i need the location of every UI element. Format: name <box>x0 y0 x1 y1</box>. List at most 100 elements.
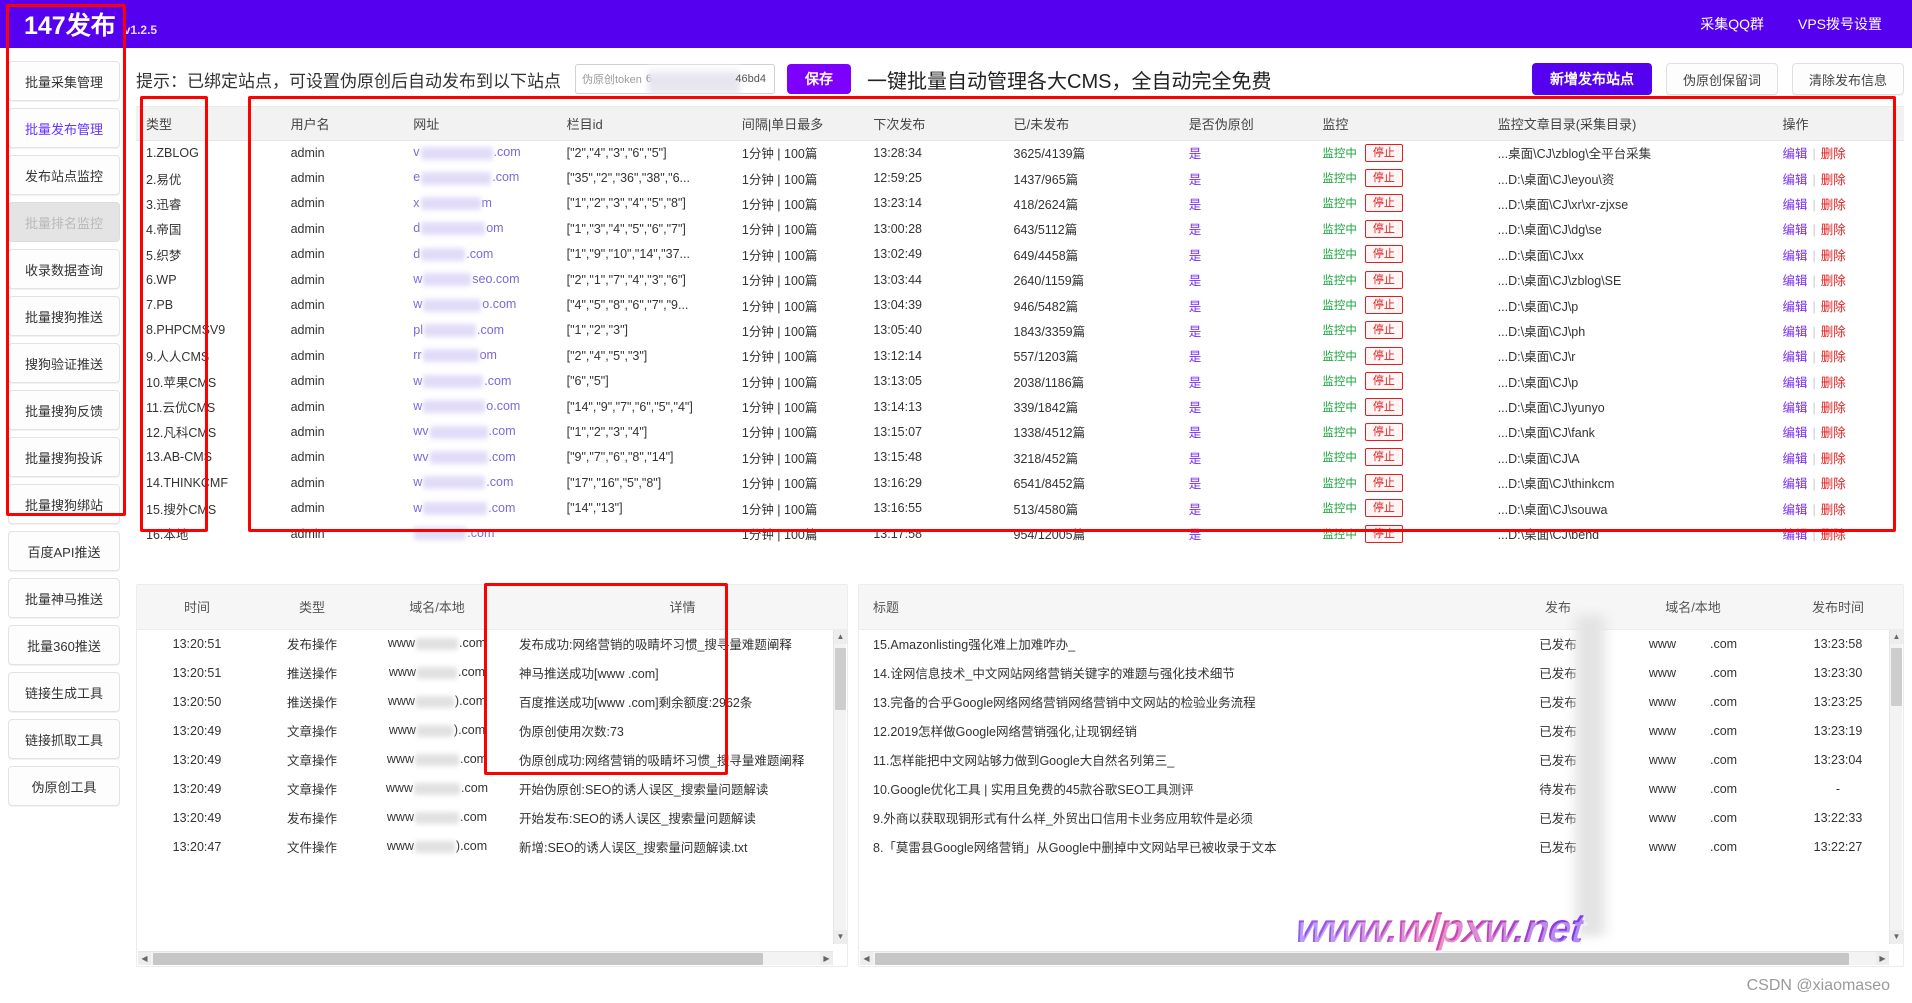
url-suffix: .com <box>489 450 516 464</box>
edit-link[interactable]: 编辑 <box>1782 300 1807 314</box>
sidebar-item-6[interactable]: 搜狗验证推送 <box>8 343 120 383</box>
cell-url: e.com <box>403 165 556 190</box>
sidebar-item-11[interactable]: 批量神马推送 <box>8 578 120 618</box>
log-cell-type: 文件操作 <box>257 832 367 861</box>
article-cell-title: 13.完备的合乎Google网络网络营销网络营销中文网站的检验业务流程 <box>859 687 1503 716</box>
stop-monitor-button[interactable]: 停止 <box>1365 296 1403 314</box>
edit-link[interactable]: 编辑 <box>1782 426 1807 440</box>
delete-link[interactable]: 删除 <box>1821 452 1846 466</box>
stop-monitor-button[interactable]: 停止 <box>1365 372 1403 390</box>
sidebar-item-15[interactable]: 伪原创工具 <box>8 766 120 806</box>
article-hscroll-thumb[interactable] <box>875 953 1849 965</box>
article-vertical-scrollbar[interactable]: ▲ ▼ <box>1889 630 1902 944</box>
delete-link[interactable]: 删除 <box>1821 426 1846 440</box>
stop-monitor-button[interactable]: 停止 <box>1365 474 1403 492</box>
sidebar-item-14[interactable]: 链接抓取工具 <box>8 719 120 759</box>
edit-link[interactable]: 编辑 <box>1782 198 1807 212</box>
delete-link[interactable]: 删除 <box>1821 198 1846 212</box>
edit-link[interactable]: 编辑 <box>1782 274 1807 288</box>
sidebar-item-5[interactable]: 批量搜狗推送 <box>8 296 120 336</box>
url-blurred-part <box>423 348 479 363</box>
save-token-button[interactable]: 保存 <box>787 64 851 94</box>
stop-monitor-button[interactable]: 停止 <box>1365 499 1403 517</box>
article-scroll-thumb[interactable] <box>1891 648 1902 706</box>
sidebar-item-8[interactable]: 批量搜狗投诉 <box>8 437 120 477</box>
log-vertical-scrollbar[interactable]: ▲ ▼ <box>833 630 846 944</box>
stop-monitor-button[interactable]: 停止 <box>1365 220 1403 238</box>
delete-link[interactable]: 删除 <box>1821 350 1846 364</box>
log-scroll-thumb[interactable] <box>835 648 846 710</box>
edit-link[interactable]: 编辑 <box>1782 503 1807 517</box>
cell-next-publish: 13:05:40 <box>863 318 1003 343</box>
sidebar-item-12[interactable]: 批量360推送 <box>8 625 120 665</box>
stop-monitor-button[interactable]: 停止 <box>1365 448 1403 466</box>
delete-link[interactable]: 删除 <box>1821 223 1846 237</box>
sidebar-item-2[interactable]: 发布站点监控 <box>8 155 120 195</box>
edit-link[interactable]: 编辑 <box>1782 350 1807 364</box>
log-scroll-down-arrow[interactable]: ▼ <box>834 930 847 944</box>
stop-monitor-button[interactable]: 停止 <box>1365 321 1403 339</box>
edit-link[interactable]: 编辑 <box>1782 376 1807 390</box>
sidebar-item-10[interactable]: 百度API推送 <box>8 531 120 571</box>
delete-link[interactable]: 删除 <box>1821 477 1846 491</box>
stop-monitor-button[interactable]: 停止 <box>1365 525 1403 543</box>
stop-monitor-button[interactable]: 停止 <box>1365 144 1403 162</box>
cell-operations: 编辑|删除 <box>1772 216 1904 241</box>
stop-monitor-button[interactable]: 停止 <box>1365 194 1403 212</box>
row-operations: 编辑|删除 <box>1782 249 1845 263</box>
monitor-group: 监控中停止 <box>1322 423 1487 441</box>
pseudo-origin-token-input[interactable]: 伪原创token 620 46bd4 <box>575 64 775 94</box>
delete-link[interactable]: 删除 <box>1821 376 1846 390</box>
edit-link[interactable]: 编辑 <box>1782 147 1807 161</box>
edit-link[interactable]: 编辑 <box>1782 528 1807 542</box>
topbar-link-qq-group[interactable]: 采集QQ群 <box>1700 14 1764 34</box>
sidebar-item-1[interactable]: 批量发布管理 <box>8 108 120 148</box>
article-horizontal-scrollbar[interactable]: ◀ ▶ <box>860 951 1889 965</box>
delete-link[interactable]: 删除 <box>1821 274 1846 288</box>
delete-link[interactable]: 删除 <box>1821 147 1846 161</box>
cell-next-publish: 13:02:49 <box>863 242 1003 267</box>
article-scroll-left-arrow[interactable]: ◀ <box>860 952 873 965</box>
stop-monitor-button[interactable]: 停止 <box>1365 245 1403 263</box>
delete-link[interactable]: 删除 <box>1821 325 1846 339</box>
add-publish-site-button[interactable]: 新增发布站点 <box>1532 63 1652 95</box>
log-horizontal-scrollbar[interactable]: ◀ ▶ <box>138 951 833 965</box>
delete-link[interactable]: 删除 <box>1821 503 1846 517</box>
article-scroll-up-arrow[interactable]: ▲ <box>1890 630 1903 644</box>
delete-link[interactable]: 删除 <box>1821 528 1846 542</box>
sidebar-item-9[interactable]: 批量搜狗绑站 <box>8 484 120 524</box>
delete-link[interactable]: 删除 <box>1821 249 1846 263</box>
sidebar-item-0[interactable]: 批量采集管理 <box>8 61 120 101</box>
pseudo-origin-keep-words-button[interactable]: 伪原创保留词 <box>1666 63 1778 95</box>
stop-monitor-button[interactable]: 停止 <box>1365 347 1403 365</box>
delete-link[interactable]: 删除 <box>1821 300 1846 314</box>
edit-link[interactable]: 编辑 <box>1782 223 1807 237</box>
edit-link[interactable]: 编辑 <box>1782 325 1807 339</box>
article-scroll-down-arrow[interactable]: ▼ <box>1890 930 1903 944</box>
clear-publish-info-button[interactable]: 清除发布信息 <box>1792 63 1904 95</box>
stop-monitor-button[interactable]: 停止 <box>1365 169 1403 187</box>
log-scroll-left-arrow[interactable]: ◀ <box>138 952 151 965</box>
article-scroll-right-arrow[interactable]: ▶ <box>1876 952 1889 965</box>
stop-monitor-button[interactable]: 停止 <box>1365 271 1403 289</box>
sidebar-item-13[interactable]: 链接生成工具 <box>8 672 120 712</box>
log-scroll-up-arrow[interactable]: ▲ <box>834 630 847 644</box>
delete-link[interactable]: 删除 <box>1821 401 1846 415</box>
log-row: 13:20:49发布操作www.com开始发布:SEO的诱人误区_搜索量问题解读 <box>137 803 847 832</box>
sidebar-item-4[interactable]: 收录数据查询 <box>8 249 120 289</box>
cell-monitor: 监控中停止 <box>1312 394 1487 419</box>
log-scroll-right-arrow[interactable]: ▶ <box>820 952 833 965</box>
stop-monitor-button[interactable]: 停止 <box>1365 423 1403 441</box>
sidebar-item-7[interactable]: 批量搜狗反馈 <box>8 390 120 430</box>
cell-interval: 1分钟 | 100篇 <box>732 242 863 267</box>
delete-link[interactable]: 删除 <box>1821 173 1846 187</box>
edit-link[interactable]: 编辑 <box>1782 477 1807 491</box>
edit-link[interactable]: 编辑 <box>1782 249 1807 263</box>
edit-link[interactable]: 编辑 <box>1782 401 1807 415</box>
edit-link[interactable]: 编辑 <box>1782 452 1807 466</box>
topbar-link-vps-dial-settings[interactable]: VPS拨号设置 <box>1798 14 1882 34</box>
monitor-state-label: 监控中 <box>1322 526 1357 542</box>
log-hscroll-thumb[interactable] <box>153 953 763 965</box>
edit-link[interactable]: 编辑 <box>1782 173 1807 187</box>
stop-monitor-button[interactable]: 停止 <box>1365 398 1403 416</box>
